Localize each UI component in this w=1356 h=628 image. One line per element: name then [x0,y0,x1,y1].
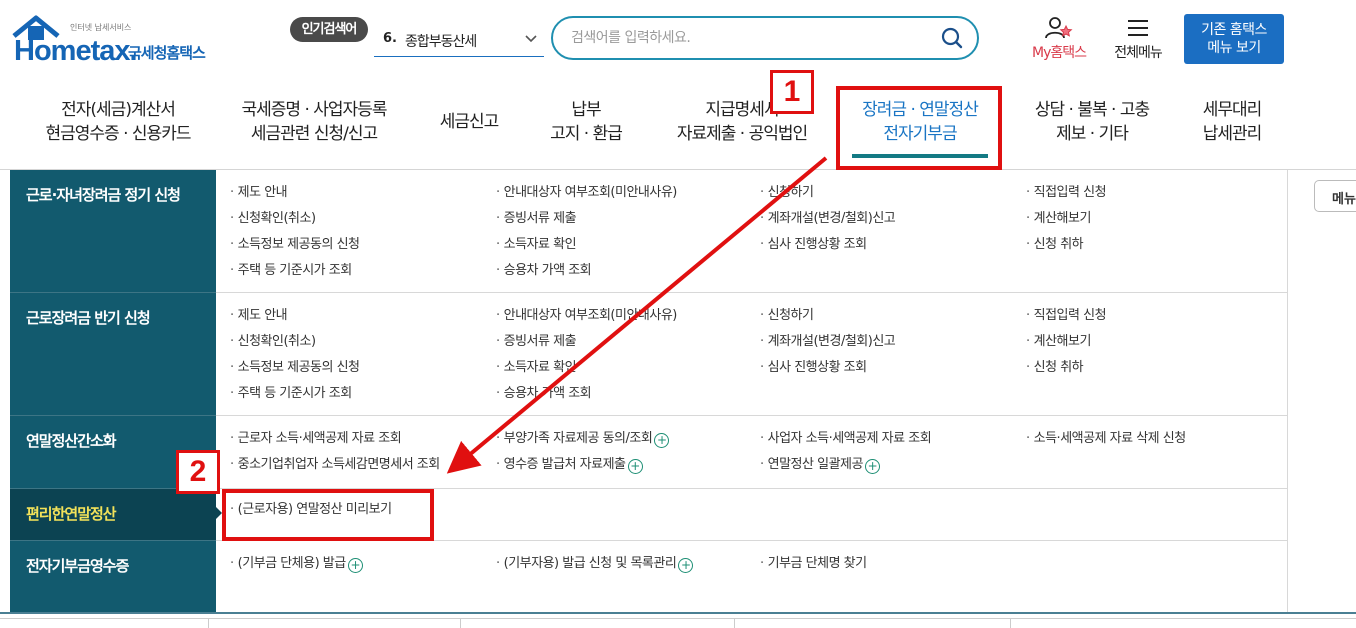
annotation-arrow [446,156,828,474]
step-badge-1: 1 [770,70,814,114]
step-badge-2: 2 [176,450,220,494]
